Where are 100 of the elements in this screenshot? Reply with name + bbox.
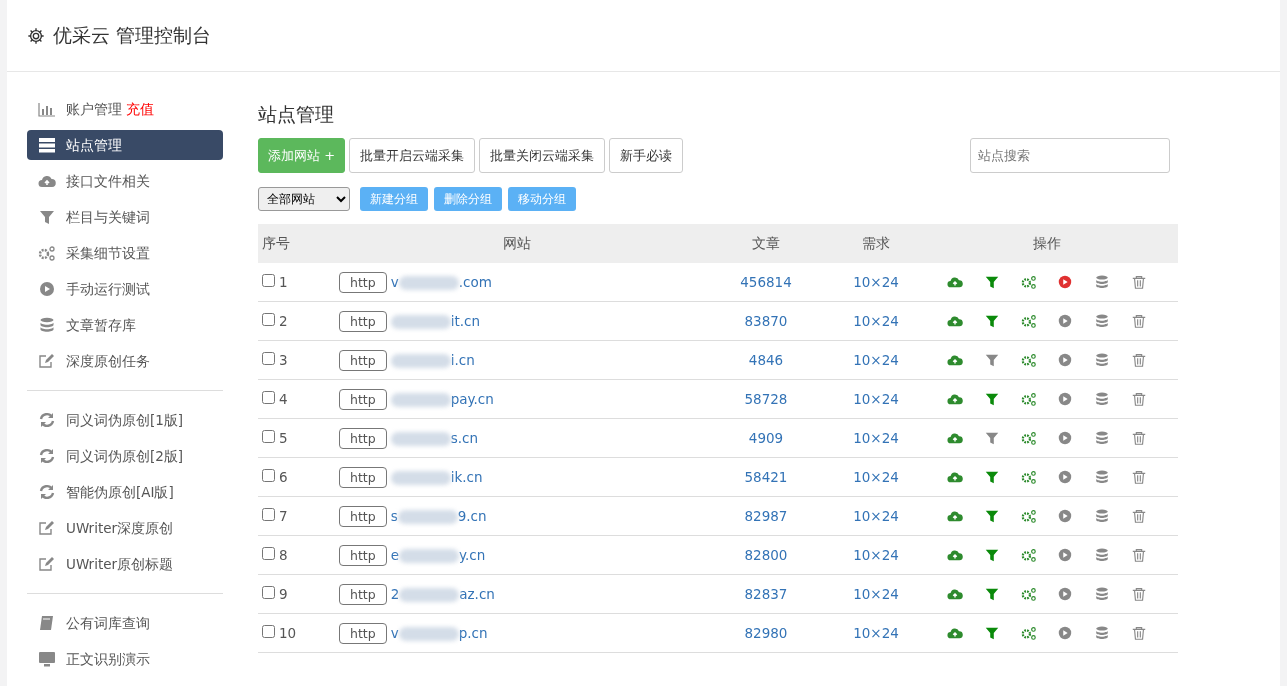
- search-field[interactable]: 站点搜索: [970, 137, 1170, 173]
- trash-icon[interactable]: [1131, 313, 1147, 330]
- row-checkbox[interactable]: [262, 313, 275, 327]
- edit-icon: [38, 556, 56, 572]
- protocol-button[interactable]: http: [339, 622, 387, 644]
- protocol-button[interactable]: http: [339, 466, 387, 488]
- play-icon[interactable]: [1057, 274, 1074, 291]
- database-icon[interactable]: [1094, 430, 1111, 447]
- gears-icon[interactable]: [1020, 274, 1037, 291]
- row-checkbox[interactable]: [262, 352, 275, 366]
- gears-icon[interactable]: [1020, 508, 1037, 525]
- row-checkbox[interactable]: [262, 469, 275, 483]
- sidebar-item[interactable]: 正文识别演示: [27, 644, 223, 674]
- database-icon[interactable]: [1094, 508, 1111, 525]
- sidebar-item[interactable]: 文章暂存库: [27, 310, 223, 340]
- gears-icon[interactable]: [1020, 391, 1037, 408]
- filter-icon[interactable]: [983, 469, 1000, 486]
- filter-icon[interactable]: [983, 508, 1000, 525]
- filter-icon[interactable]: [983, 352, 1000, 369]
- filter-icon[interactable]: [983, 274, 1000, 291]
- protocol-button[interactable]: http: [339, 583, 387, 605]
- trash-icon[interactable]: [1131, 274, 1147, 291]
- database-icon[interactable]: [1094, 352, 1111, 369]
- filter-icon[interactable]: [983, 391, 1000, 408]
- gears-icon[interactable]: [1020, 430, 1037, 447]
- row-number: 2: [279, 313, 288, 330]
- sidebar-item[interactable]: 智能伪原创[AI版]: [27, 477, 223, 507]
- play-icon[interactable]: [1057, 586, 1074, 603]
- row-checkbox[interactable]: [262, 391, 275, 405]
- sidebar-item[interactable]: 深度原创任务: [27, 346, 223, 376]
- row-checkbox[interactable]: [262, 586, 275, 600]
- gears-icon[interactable]: [1020, 352, 1037, 369]
- row-checkbox[interactable]: [262, 508, 275, 522]
- protocol-button[interactable]: http: [339, 544, 387, 566]
- sidebar-item[interactable]: 手动运行测试: [27, 274, 223, 304]
- play-icon[interactable]: [1057, 625, 1074, 642]
- play-icon[interactable]: [1057, 430, 1074, 447]
- sidebar-item[interactable]: 栏目与关键词: [27, 202, 223, 232]
- sidebar-item[interactable]: 接口文件相关: [27, 166, 223, 196]
- trash-icon[interactable]: [1131, 391, 1147, 408]
- play-icon[interactable]: [1057, 352, 1074, 369]
- protocol-button[interactable]: http: [339, 349, 387, 371]
- sidebar-item[interactable]: 账户管理 充值: [27, 94, 223, 124]
- edit-icon: [38, 353, 56, 369]
- sidebar-item[interactable]: 站点管理: [27, 130, 223, 160]
- toolbar-button[interactable]: 批量关闭云端采集: [479, 137, 606, 173]
- play-icon[interactable]: [1057, 391, 1074, 408]
- database-icon[interactable]: [1094, 274, 1111, 291]
- trash-icon[interactable]: [1131, 469, 1147, 486]
- toolbar-button[interactable]: 新手必读: [609, 137, 684, 173]
- database-icon[interactable]: [1094, 469, 1111, 486]
- play-icon[interactable]: [1057, 508, 1074, 525]
- gears-icon[interactable]: [1020, 313, 1037, 330]
- demand-value: 10×24: [836, 340, 916, 380]
- book-icon: [38, 615, 56, 631]
- row-checkbox[interactable]: [262, 430, 275, 444]
- gears-icon[interactable]: [1020, 469, 1037, 486]
- gears-icon[interactable]: [1020, 586, 1037, 603]
- toolbar-button[interactable]: 批量开启云端采集: [349, 137, 476, 173]
- database-icon[interactable]: [1094, 313, 1111, 330]
- filter-icon[interactable]: [983, 430, 1000, 447]
- protocol-button[interactable]: http: [339, 388, 387, 410]
- trash-icon[interactable]: [1131, 547, 1147, 564]
- trash-icon[interactable]: [1131, 352, 1147, 369]
- gears-icon[interactable]: [1020, 547, 1037, 564]
- protocol-button[interactable]: http: [339, 505, 387, 527]
- database-icon[interactable]: [1094, 391, 1111, 408]
- play-icon[interactable]: [1057, 313, 1074, 330]
- play-icon[interactable]: [1057, 469, 1074, 486]
- column-header: 文章: [696, 223, 836, 263]
- trash-icon[interactable]: [1131, 430, 1147, 447]
- play-icon[interactable]: [1057, 547, 1074, 564]
- sidebar-item[interactable]: 公有词库查询: [27, 608, 223, 638]
- filter-icon[interactable]: [983, 625, 1000, 642]
- row-checkbox[interactable]: [262, 547, 275, 561]
- row-checkbox[interactable]: [262, 625, 275, 639]
- database-icon[interactable]: [1094, 586, 1111, 603]
- row-checkbox[interactable]: [262, 273, 275, 287]
- filter-icon[interactable]: [983, 313, 1000, 330]
- protocol-button[interactable]: http: [339, 271, 387, 293]
- trash-icon[interactable]: [1131, 625, 1147, 642]
- protocol-button[interactable]: http: [339, 310, 387, 332]
- trash-icon[interactable]: [1131, 508, 1147, 525]
- sidebar-item[interactable]: 采集细节设置: [27, 238, 223, 268]
- sidebar-item[interactable]: 同义词伪原创[1版]: [27, 405, 223, 435]
- database-icon[interactable]: [1094, 547, 1111, 564]
- sidebar-item[interactable]: UWriter原创标题: [27, 549, 223, 579]
- filter-icon[interactable]: [983, 586, 1000, 603]
- sidebar-item[interactable]: 同义词伪原创[2版]: [27, 441, 223, 471]
- row-number: 7: [279, 508, 288, 525]
- gears-icon[interactable]: [1020, 625, 1037, 642]
- demand-value: 10×24: [836, 262, 916, 302]
- app-title: 优采云 管理控制台: [53, 24, 212, 47]
- trash-icon[interactable]: [1131, 586, 1147, 603]
- column-header: 序号: [258, 223, 338, 263]
- filter-icon[interactable]: [983, 547, 1000, 564]
- database-icon[interactable]: [1094, 625, 1111, 642]
- protocol-button[interactable]: http: [339, 427, 387, 449]
- sidebar-item[interactable]: UWriter深度原创: [27, 513, 223, 543]
- group-select[interactable]: 全部网站: [258, 186, 350, 211]
